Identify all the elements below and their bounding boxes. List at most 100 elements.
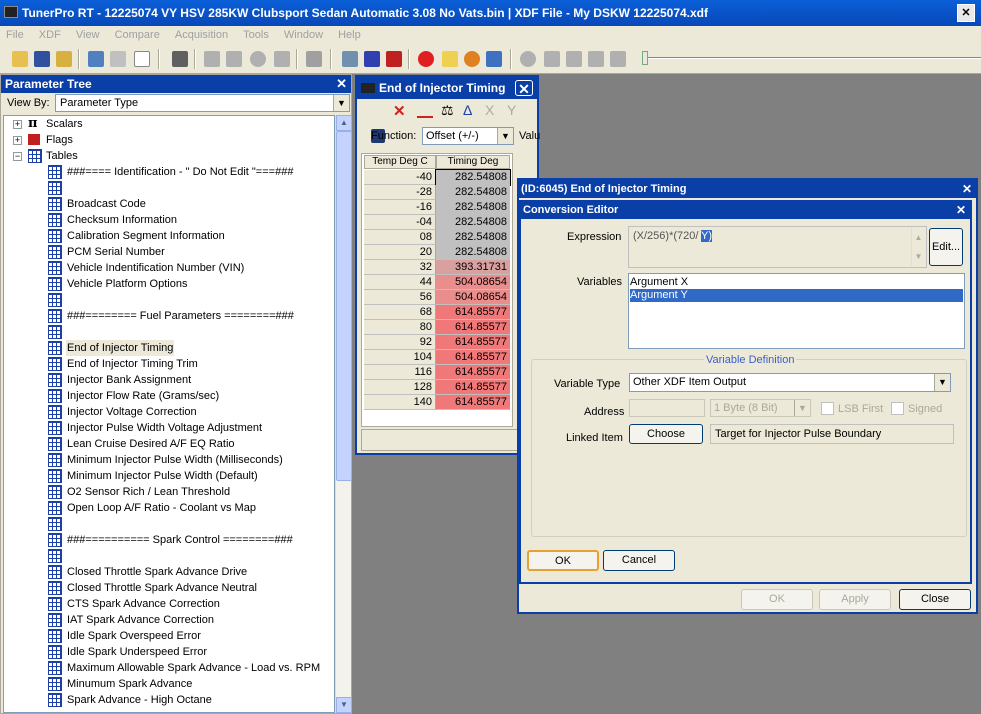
menu-help[interactable]: Help bbox=[338, 29, 361, 41]
row-header-cell[interactable]: 140 bbox=[364, 395, 436, 410]
open-xdf-icon[interactable] bbox=[56, 51, 72, 67]
table-cell[interactable]: 282.54808 bbox=[436, 185, 510, 200]
chevron-down-icon[interactable]: ▼ bbox=[794, 400, 810, 416]
expand-icon[interactable]: + bbox=[13, 120, 22, 129]
scroll-up-icon[interactable]: ▲ bbox=[336, 115, 352, 131]
close-app-button[interactable]: ✕ bbox=[957, 4, 975, 22]
menu-compare[interactable]: Compare bbox=[115, 29, 160, 41]
settings-icon[interactable] bbox=[342, 51, 358, 67]
table-cell[interactable]: 614.85577 bbox=[436, 320, 510, 335]
arrow-up-icon[interactable] bbox=[204, 51, 220, 67]
menu-view[interactable]: View bbox=[76, 29, 100, 41]
graph-icon[interactable] bbox=[417, 104, 433, 118]
edit-expression-button[interactable]: Edit... bbox=[929, 228, 963, 266]
record-icon[interactable] bbox=[418, 51, 434, 67]
address-input[interactable] bbox=[629, 399, 705, 417]
cancel-x-icon[interactable]: ✕ bbox=[393, 102, 406, 120]
table-cell[interactable]: 614.85577 bbox=[436, 365, 510, 380]
chevron-down-icon[interactable]: ▼ bbox=[333, 95, 349, 111]
close-button[interactable]: Close bbox=[899, 589, 971, 610]
lsb-first-checkbox[interactable] bbox=[821, 402, 834, 415]
row-header-cell[interactable]: 56 bbox=[364, 290, 436, 305]
notes-icon[interactable] bbox=[442, 51, 458, 67]
menu-xdf[interactable]: XDF bbox=[39, 29, 61, 41]
stop-icon[interactable] bbox=[250, 51, 266, 67]
chart-icon[interactable] bbox=[486, 51, 502, 67]
xdf-icon[interactable] bbox=[88, 51, 104, 67]
table-cell[interactable]: 614.85577 bbox=[436, 350, 510, 365]
variable-type-select[interactable]: Other XDF Item Output ▼ bbox=[629, 373, 951, 392]
table-cell[interactable]: 282.54808 bbox=[435, 169, 511, 186]
variables-list[interactable]: Argument X Argument Y bbox=[628, 273, 965, 349]
table-cell[interactable]: 393.31731 bbox=[436, 260, 510, 275]
delta-icon[interactable]: Δ bbox=[463, 102, 472, 118]
pause-icon[interactable] bbox=[566, 51, 582, 67]
variable-item-x[interactable]: Argument X bbox=[630, 276, 963, 289]
table-cell[interactable]: 614.85577 bbox=[436, 335, 510, 350]
save-icon[interactable] bbox=[34, 51, 50, 67]
expression-field[interactable]: (X/256)*(720/ Y) ▲ ▼ bbox=[628, 226, 927, 268]
eject-icon[interactable] bbox=[610, 51, 626, 67]
signed-checkbox[interactable] bbox=[891, 402, 904, 415]
row-header-cell[interactable]: 92 bbox=[364, 335, 436, 350]
tree-scrollbar[interactable]: ▲ ▼ bbox=[335, 115, 352, 713]
variable-item-y[interactable]: Argument Y bbox=[630, 289, 963, 302]
new-icon[interactable] bbox=[134, 51, 150, 67]
row-header-cell[interactable]: -16 bbox=[364, 200, 436, 215]
wand-icon[interactable] bbox=[172, 51, 188, 67]
table-cell[interactable]: 504.08654 bbox=[436, 275, 510, 290]
ok-button[interactable]: OK bbox=[741, 589, 813, 610]
row-header-cell[interactable]: 116 bbox=[364, 365, 436, 380]
table-cell[interactable]: 504.08654 bbox=[436, 290, 510, 305]
table-cell[interactable]: 282.54808 bbox=[436, 200, 510, 215]
expression-scroll-icon[interactable]: ▲ ▼ bbox=[911, 228, 925, 266]
chevron-down-icon[interactable]: ▼ bbox=[497, 128, 513, 144]
compare-icon[interactable]: ⚖ bbox=[441, 102, 454, 119]
export-icon[interactable] bbox=[274, 51, 290, 67]
close-icon[interactable]: ✕ bbox=[336, 75, 347, 93]
menu-acquisition[interactable]: Acquisition bbox=[175, 29, 228, 41]
close-icon[interactable]: ✕ bbox=[962, 180, 972, 198]
function-select[interactable]: Offset (+/-) ▼ bbox=[422, 127, 514, 145]
playback-slider-track[interactable] bbox=[645, 57, 981, 59]
table-cell[interactable]: 614.85577 bbox=[436, 395, 510, 410]
arrow-down-icon[interactable] bbox=[226, 51, 242, 67]
menu-window[interactable]: Window bbox=[284, 29, 323, 41]
apply-button[interactable]: Apply bbox=[819, 589, 891, 610]
scroll-thumb[interactable] bbox=[336, 131, 352, 481]
row-header-cell[interactable]: 68 bbox=[364, 305, 436, 320]
table-cell[interactable]: 614.85577 bbox=[436, 305, 510, 320]
open-folder-icon[interactable] bbox=[12, 51, 28, 67]
table-cell[interactable]: 614.85577 bbox=[436, 380, 510, 395]
table-cell[interactable]: 282.54808 bbox=[436, 245, 510, 260]
row-header-cell[interactable]: -28 bbox=[364, 185, 436, 200]
row-header-cell[interactable]: 104 bbox=[364, 350, 436, 365]
cancel-button[interactable]: Cancel bbox=[603, 550, 675, 571]
y-axis-icon[interactable]: Y bbox=[507, 102, 516, 118]
chip-icon[interactable] bbox=[306, 51, 322, 67]
scroll-down-icon[interactable]: ▼ bbox=[336, 697, 352, 713]
address-size-select[interactable]: 1 Byte (8 Bit) ▼ bbox=[710, 399, 811, 417]
swap-icon[interactable] bbox=[364, 51, 380, 67]
view-by-select[interactable]: Parameter Type ▼ bbox=[55, 94, 350, 112]
x-axis-icon[interactable]: X bbox=[485, 102, 494, 118]
playback-slider-knob[interactable] bbox=[642, 51, 648, 65]
row-header-cell[interactable]: 08 bbox=[364, 230, 436, 245]
table-cell[interactable]: 282.54808 bbox=[436, 215, 510, 230]
edit-xdf-icon[interactable] bbox=[110, 51, 126, 67]
close-icon[interactable]: ✕ bbox=[515, 80, 533, 97]
row-header-cell[interactable]: 20 bbox=[364, 245, 436, 260]
close-icon[interactable]: ✕ bbox=[956, 202, 966, 219]
row-header-cell[interactable]: -04 bbox=[364, 215, 436, 230]
chevron-down-icon[interactable]: ▼ bbox=[934, 374, 950, 391]
row-header-cell[interactable]: 32 bbox=[364, 260, 436, 275]
emulate-icon[interactable] bbox=[386, 51, 402, 67]
ok-button[interactable]: OK bbox=[527, 550, 599, 571]
row-header-cell[interactable]: 128 bbox=[364, 380, 436, 395]
play-icon[interactable] bbox=[544, 51, 560, 67]
menu-tools[interactable]: Tools bbox=[243, 29, 269, 41]
row-header-cell[interactable]: -40 bbox=[364, 170, 436, 185]
row-header-cell[interactable]: 44 bbox=[364, 275, 436, 290]
choose-button[interactable]: Choose bbox=[629, 424, 703, 444]
table-cell[interactable]: 282.54808 bbox=[436, 230, 510, 245]
